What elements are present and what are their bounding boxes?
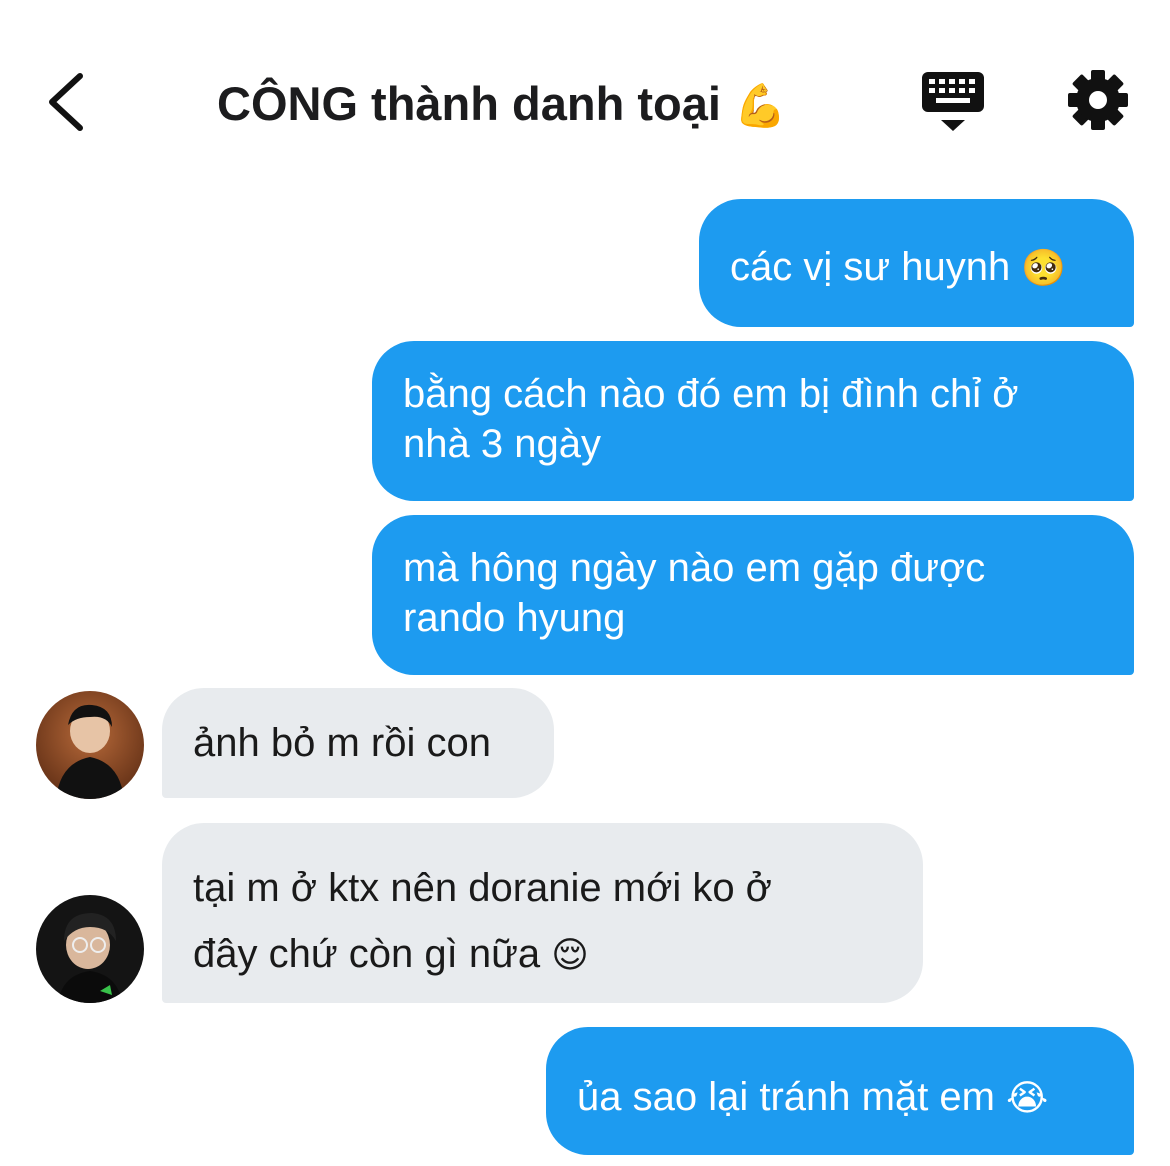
crying-face-emoji: 😭 xyxy=(1006,1078,1049,1119)
message-text: các vị sư huynh xyxy=(730,245,1011,289)
keyboard-icon xyxy=(922,72,984,131)
settings-button[interactable] xyxy=(1066,68,1130,132)
keyboard-button[interactable] xyxy=(920,70,986,134)
message-bubble-outgoing[interactable]: mà hông ngày nào em gặp được rando hyung xyxy=(372,515,1134,675)
message-line: nhà 3 ngày xyxy=(403,422,601,466)
message-line: mà hông ngày nào em gặp được xyxy=(403,546,986,590)
message-text: ủa sao lại tránh mặt em xyxy=(577,1075,995,1119)
gear-icon xyxy=(1068,70,1128,130)
title-text: CÔNG thành danh toại xyxy=(217,77,721,130)
back-button[interactable] xyxy=(40,70,96,134)
flexed-biceps-emoji: 💪 xyxy=(733,81,787,130)
avatar[interactable] xyxy=(36,895,144,1003)
user-avatar-image xyxy=(36,691,144,799)
message-bubble-incoming[interactable]: ảnh bỏ m rồi con xyxy=(162,688,554,798)
message-bubble-outgoing[interactable]: ủa sao lại tránh mặt em 😭 xyxy=(546,1027,1134,1155)
conversation-header: CÔNG thành danh toại 💪 xyxy=(0,0,1170,190)
message-text: ảnh bỏ m rồi con xyxy=(193,721,491,765)
avatar[interactable] xyxy=(36,691,144,799)
chevron-left-icon xyxy=(49,73,83,131)
user-avatar-image xyxy=(36,895,144,1003)
message-line: bằng cách nào đó em bị đình chỉ ở xyxy=(403,372,1019,416)
message-line: tại m ở ktx nên doranie mới ko ở xyxy=(193,866,772,910)
message-line: rando hyung xyxy=(403,596,626,640)
message-line: đây chứ còn gì nữa xyxy=(193,932,541,976)
message-bubble-incoming[interactable]: tại m ở ktx nên doranie mới ko ở đây chứ… xyxy=(162,823,923,1003)
conversation-title: CÔNG thành danh toại 💪 xyxy=(217,72,786,138)
pleading-face-emoji: 🥺 xyxy=(1021,248,1067,289)
message-bubble-outgoing[interactable]: bằng cách nào đó em bị đình chỉ ở nhà 3 … xyxy=(372,341,1134,501)
message-bubble-outgoing[interactable]: các vị sư huynh 🥺 xyxy=(699,199,1134,327)
relieved-face-emoji: 😌 xyxy=(551,935,589,976)
